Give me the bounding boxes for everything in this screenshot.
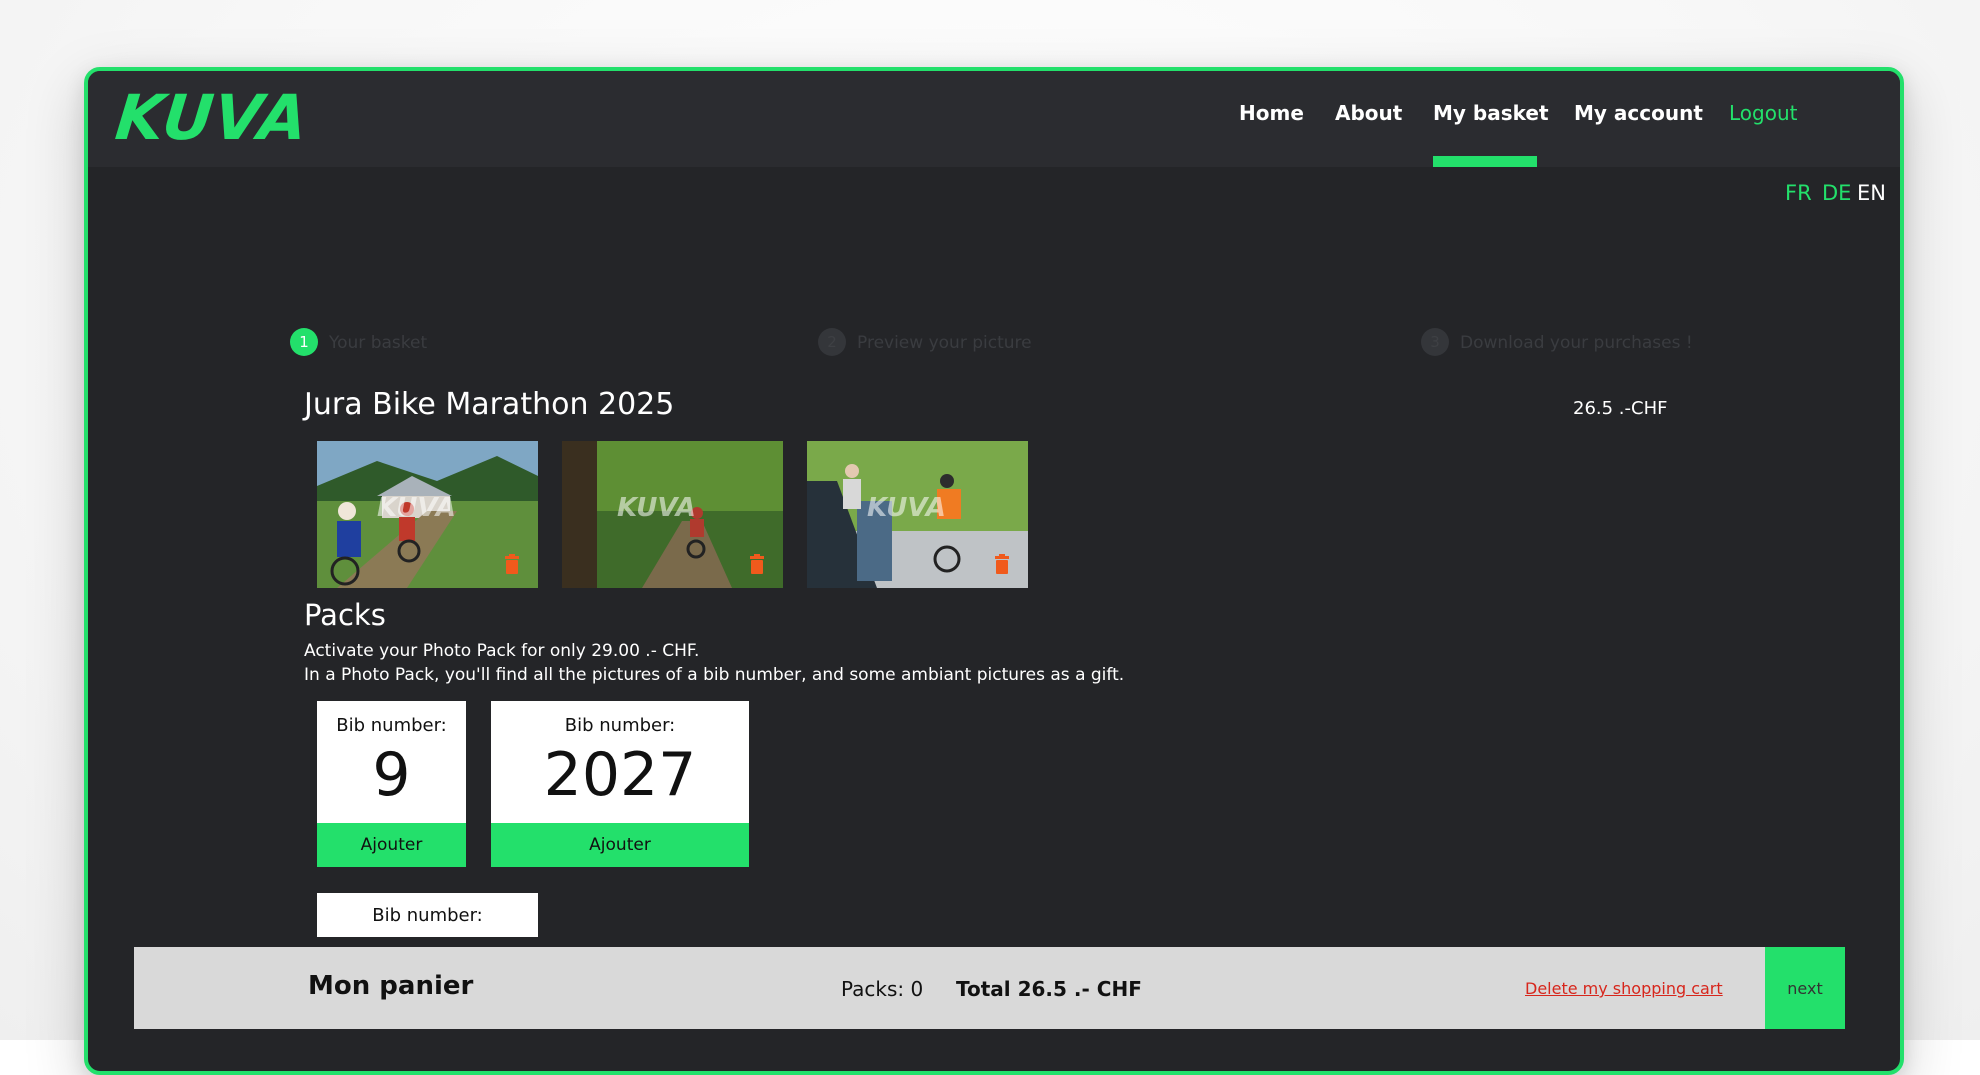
add-pack-button[interactable]: Ajouter [317,823,466,867]
event-price: 26.5 .-CHF [1573,398,1668,419]
packs-description-2: In a Photo Pack, you'll find all the pic… [304,665,1125,685]
step-3-badge: 3 [1421,328,1449,356]
main-nav: Home About My basket My account Logout [88,71,1900,167]
bib-pack-card: Bib number: [317,893,538,937]
packs-description-1: Activate your Photo Pack for only 29.00 … [304,641,700,661]
checkout-steps: 1 Your basket 2 Preview your picture 3 D… [88,328,1900,358]
svg-text:KUVA: KUVA [867,493,946,523]
app-window: KUVA Home About My basket My account Log… [84,67,1904,1075]
step-2-badge: 2 [818,328,846,356]
nav-my-account[interactable]: My account [1574,101,1703,125]
bib-number: 9 [372,740,411,810]
nav-logout[interactable]: Logout [1729,101,1797,125]
cart-packs-count: Packs: 0 [841,977,924,1001]
bib-pack-card: Bib number: 2027 Ajouter [491,701,749,867]
next-button[interactable]: next [1765,947,1845,1029]
basket-photo[interactable]: KUVA [317,441,538,588]
cart-title: Mon panier [308,971,474,1001]
svg-text:KUVA: KUVA [617,493,696,523]
delete-cart-link[interactable]: Delete my shopping cart [1525,979,1723,998]
active-nav-indicator [1433,156,1537,167]
cart-summary-bar: Mon panier Packs: 0 Total 26.5 .- CHF De… [134,947,1845,1029]
top-navigation-bar: KUVA Home About My basket My account Log… [88,71,1900,167]
trash-icon[interactable] [749,554,765,574]
lang-en[interactable]: EN [1857,181,1886,205]
packs-heading: Packs [304,598,386,632]
trash-icon[interactable] [994,554,1010,574]
nav-my-basket[interactable]: My basket [1433,101,1549,125]
lang-fr[interactable]: FR [1785,181,1812,205]
basket-photo[interactable]: KUVA [807,441,1028,588]
event-title: Jura Bike Marathon 2025 [304,387,675,422]
cart-total: Total 26.5 .- CHF [956,977,1142,1001]
step-1-badge: 1 [290,328,318,356]
basket-photo[interactable]: KUVA [562,441,783,588]
trash-icon[interactable] [504,554,520,574]
add-pack-button[interactable]: Ajouter [491,823,749,867]
bib-number: 2027 [543,740,697,810]
bib-label: Bib number: [336,715,447,736]
step-2-label: Preview your picture [857,333,1032,353]
nav-about[interactable]: About [1335,101,1402,125]
bib-label: Bib number: [564,715,676,736]
bib-label: Bib number: [372,905,483,926]
nav-home[interactable]: Home [1239,101,1304,125]
step-3-label: Download your purchases ! [1460,333,1693,353]
svg-text:KUVA: KUVA [377,493,456,523]
bib-pack-card: Bib number: 9 Ajouter [317,701,466,867]
lang-de[interactable]: DE [1822,181,1851,205]
step-1-label: Your basket [329,333,428,353]
